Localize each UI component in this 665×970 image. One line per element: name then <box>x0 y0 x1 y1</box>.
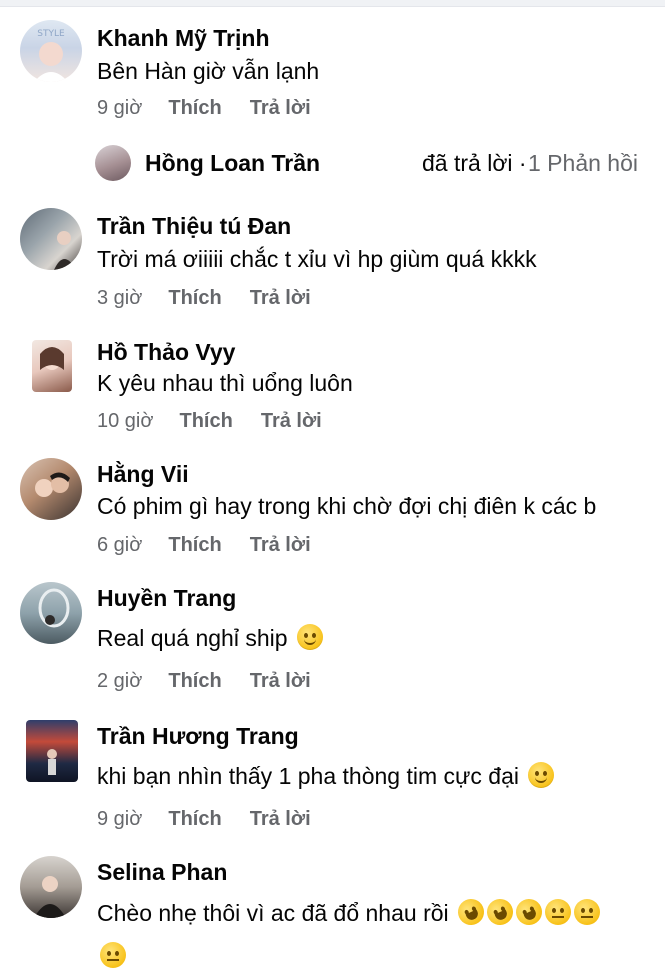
comment-author[interactable]: Huyền Trang <box>97 584 236 612</box>
comment-text-content: khi bạn nhìn thấy 1 pha thòng tim cực đạ… <box>97 763 519 789</box>
rolling-on-floor-laughing-icon <box>511 894 547 930</box>
comment-author[interactable]: Trần Thiệu tú Đan <box>97 212 291 240</box>
reply-button[interactable]: Trả lời <box>250 807 311 831</box>
avatar[interactable] <box>20 208 82 270</box>
comment-author[interactable]: Khanh Mỹ Trịnh <box>97 24 270 52</box>
reply-label: đã trả lời · <box>422 150 527 176</box>
reply-button[interactable]: Trả lời <box>250 669 311 693</box>
comment-time[interactable]: 3 giờ <box>97 286 142 310</box>
comment-time[interactable]: 9 giờ <box>97 807 142 831</box>
comment-text: Chèo nhẹ thôi vì ac đã đổ nhau rồi <box>97 894 601 930</box>
comment-time[interactable]: 2 giờ <box>97 669 142 693</box>
comment-text-content: Chèo nhẹ thôi vì ac đã đổ nhau rồi <box>97 900 449 926</box>
like-button[interactable]: Thích <box>168 286 221 310</box>
comment-text: Bên Hàn giờ vẫn lạnh <box>97 58 320 84</box>
expressionless-face-icon <box>574 899 601 925</box>
avatar[interactable] <box>20 582 82 644</box>
rolling-on-floor-laughing-icon <box>453 894 489 930</box>
comment-meta: 3 giờ Thích Trả lời <box>97 286 339 310</box>
avatar <box>95 145 131 181</box>
reply-button[interactable]: Trả lời <box>261 409 322 433</box>
comment-text: Real quá nghỉ ship <box>97 624 323 652</box>
avatar[interactable] <box>26 720 78 782</box>
svg-text:STYLE: STYLE <box>37 29 65 39</box>
comment-text-content: Real quá nghỉ ship <box>97 625 288 651</box>
comment-author[interactable]: Selina Phan <box>97 858 227 886</box>
avatar[interactable] <box>32 340 72 392</box>
like-button[interactable]: Thích <box>168 807 221 831</box>
comment-text: Có phim gì hay trong khi chờ đợi chị điê… <box>97 493 597 519</box>
reply-button[interactable]: Trả lời <box>250 533 311 557</box>
like-button[interactable]: Thích <box>168 533 221 557</box>
rolling-on-floor-laughing-icon <box>482 894 518 930</box>
avatar[interactable] <box>20 458 82 520</box>
like-button[interactable]: Thích <box>168 96 221 120</box>
comment-meta: 6 giờ Thích Trả lời <box>97 533 339 557</box>
comment-text-overflow <box>97 942 126 970</box>
comment-time[interactable]: 9 giờ <box>97 96 142 120</box>
comment-author[interactable]: Hằng Vii <box>97 460 189 488</box>
slightly-smiling-face-icon <box>528 762 555 788</box>
comment-text: khi bạn nhìn thấy 1 pha thòng tim cực đạ… <box>97 762 555 790</box>
like-button[interactable]: Thích <box>179 409 232 433</box>
like-button[interactable]: Thích <box>168 669 221 693</box>
reply-button[interactable]: Trả lời <box>250 96 311 120</box>
slightly-smiling-face-icon <box>296 624 323 650</box>
avatar[interactable] <box>20 856 82 918</box>
expressionless-face-icon <box>100 942 126 968</box>
top-divider <box>0 0 665 7</box>
reply-button[interactable]: Trả lời <box>250 286 311 310</box>
comment-author[interactable]: Trần Hương Trang <box>97 722 299 750</box>
expressionless-face-icon <box>545 899 572 925</box>
avatar[interactable]: STYLE <box>20 20 82 82</box>
comment-meta: 2 giờ Thích Trả lời <box>97 669 339 693</box>
comment-meta: 9 giờ Thích Trả lời <box>97 807 339 831</box>
reply-count[interactable]: 1 Phản hồi <box>528 147 638 179</box>
comment-author[interactable]: Hồ Thảo Vyy <box>97 338 235 366</box>
comment-text: Trời má ơiiiii chắc t xỉu vì hp giùm quá… <box>97 246 537 272</box>
reply-author[interactable]: Hồng Loan Trần <box>145 147 320 179</box>
comment-meta: 10 giờ Thích Trả lời <box>97 409 350 433</box>
comment-time[interactable]: 10 giờ <box>97 409 153 433</box>
comment-time[interactable]: 6 giờ <box>97 533 142 557</box>
comment-text: K yêu nhau thì uổng luôn <box>97 370 353 396</box>
comment-meta: 9 giờ Thích Trả lời <box>97 96 339 120</box>
